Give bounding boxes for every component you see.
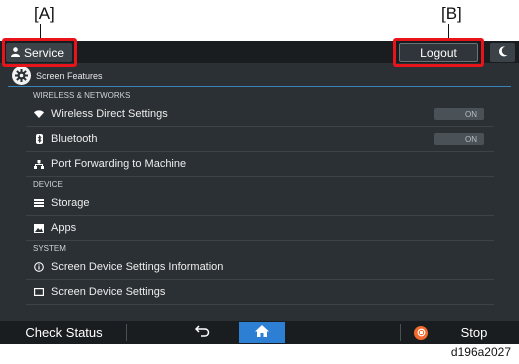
device-screen: Service Logout Screen Features WIRELESS … [0,41,519,344]
list-item-label: Storage [51,197,90,209]
stop-button[interactable]: Stop [446,322,502,343]
bottom-divider [400,324,401,341]
list-item-port-forwarding[interactable]: Port Forwarding to Machine [26,152,494,177]
home-button[interactable] [239,322,285,343]
bottom-bar: Check Status Stop [0,321,519,344]
list-item-label: Wireless Direct Settings [51,108,168,120]
storage-icon [34,198,44,208]
list-item-wireless-direct[interactable]: Wireless Direct Settings ON [26,102,494,127]
night-mode-button[interactable] [490,43,515,62]
stop-label: Stop [460,325,488,340]
section-system: SYSTEM [33,243,66,253]
section-device: DEVICE [33,179,63,189]
info-icon [34,262,44,272]
section-wireless-networks: WIRELESS & NETWORKS [33,90,131,100]
list-item-label: Apps [51,222,77,234]
bottom-divider [126,324,127,341]
moon-icon [498,44,508,62]
list-item-bluetooth[interactable]: Bluetooth ON [26,127,494,152]
list-item-label: Bluetooth [51,133,98,145]
screen-icon [34,287,44,297]
list-item-apps[interactable]: Apps [26,216,494,241]
network-icon [34,159,44,169]
list-item-device-settings[interactable]: Screen Device Settings [26,280,494,305]
bluetooth-toggle[interactable]: ON [434,133,484,145]
callout-b: [B] [441,4,462,23]
check-status-button[interactable]: Check Status [8,322,120,343]
screen-features-header: Screen Features [8,65,511,87]
wireless-direct-toggle[interactable]: ON [434,108,484,120]
list-item-label: Port Forwarding to Machine [51,158,187,170]
highlight-frame-b [393,38,484,67]
gear-icon [12,66,31,85]
bluetooth-icon [34,134,44,144]
stop-icon-button[interactable] [410,322,432,343]
list-item-label: Screen Device Settings Information [51,261,224,273]
apps-image-icon [34,223,44,233]
back-arrow-icon [194,325,210,340]
stop-icon [414,325,428,340]
settings-list: WIRELESS & NETWORKS Wireless Direct Sett… [26,88,494,305]
list-item-label: Screen Device Settings [51,286,166,298]
list-item-device-info[interactable]: Screen Device Settings Information [26,255,494,280]
list-item-storage[interactable]: Storage [26,191,494,216]
screen-features-title: Screen Features [36,70,103,81]
highlight-frame-a [2,38,77,67]
figure-id: d196a2027 [450,345,511,359]
home-icon [254,324,270,341]
callout-a: [A] [34,4,55,23]
check-status-label: Check Status [25,325,103,340]
wifi-icon [34,109,44,119]
back-button[interactable] [180,322,224,343]
